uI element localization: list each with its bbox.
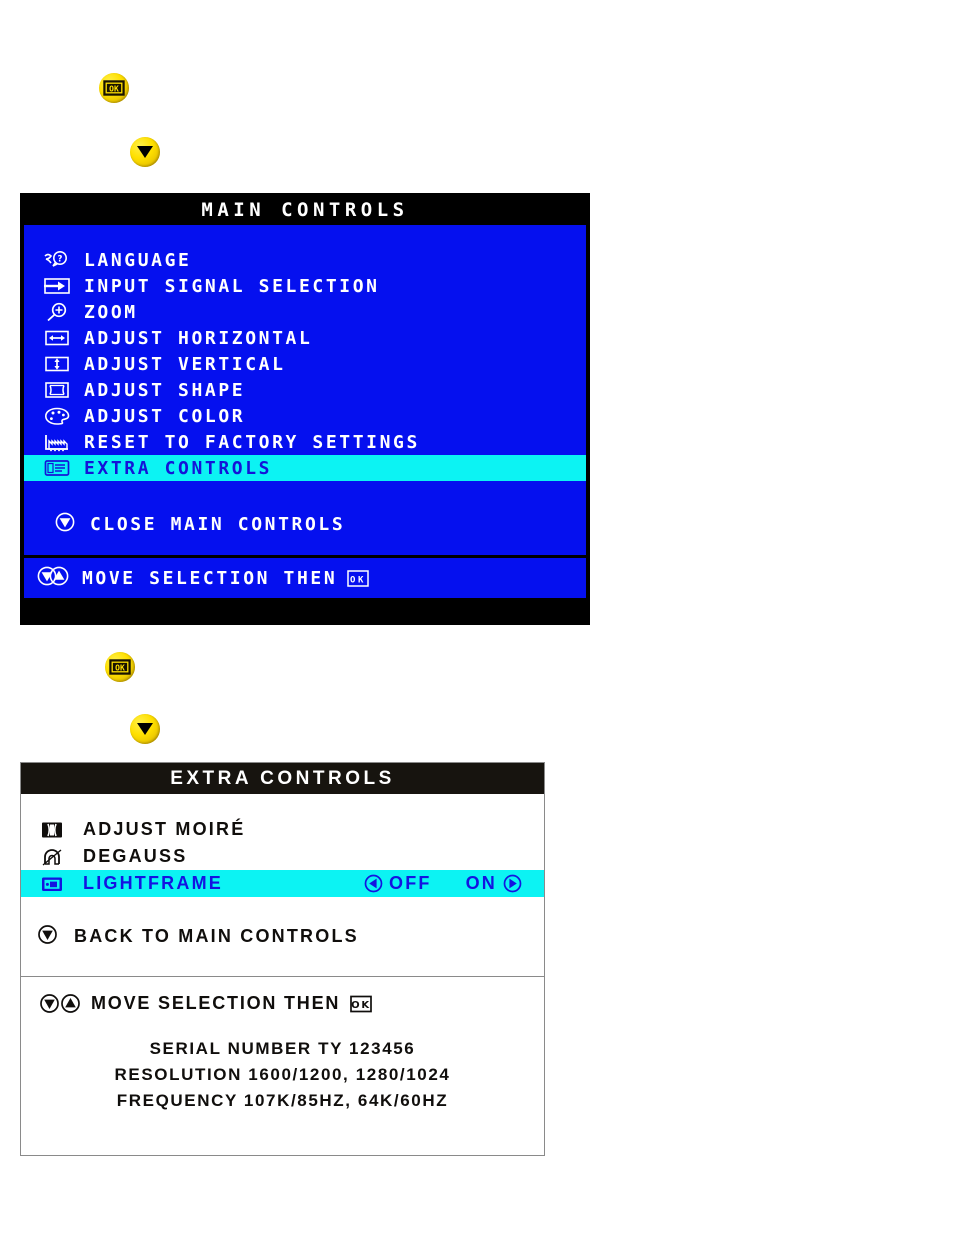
menu-item-label: BACK TO MAIN CONTROLS [74,926,359,946]
svg-text:OK: OK [115,664,125,673]
ok-key-icon: OK [109,659,131,675]
down-arrow-icon [54,511,76,538]
option-on-label[interactable]: ON [466,873,497,894]
factory-reset-icon [40,431,74,453]
language-icon: ? [40,249,74,271]
ok-icon: OK [350,995,373,1013]
menu-item-label: CLOSE MAIN CONTROLS [90,513,346,535]
menu-item-label: LANGUAGE [84,249,192,271]
menu-item-degauss[interactable]: DEGAUSS [21,843,544,870]
ok-key-button-top[interactable]: OK [99,73,129,103]
extra-controls-osd-panel: EXTRA CONTROLS ADJUST MOIRÉ DEGAUSS LIGH… [20,762,545,1156]
adjust-horizontal-icon [40,327,74,349]
down-arrow-icon [39,993,60,1014]
extra-controls-hint-text: MOVE SELECTION THEN [91,993,341,1013]
main-controls-hint: MOVE SELECTION THEN OK [82,567,370,589]
ok-key-icon: OK [103,80,125,96]
menu-item-label: ADJUST COLOR [84,405,246,427]
right-arrow-icon[interactable] [503,874,522,893]
svg-text:OK: OK [109,85,119,94]
adjust-color-icon [40,405,74,427]
left-arrow-icon[interactable] [364,874,383,893]
menu-item-label: EXTRA CONTROLS [84,457,273,479]
svg-text:OK: OK [351,1000,371,1011]
extra-controls-menu-list: ADJUST MOIRÉ DEGAUSS LIGHTFRAME OFF ON B… [21,794,544,977]
main-controls-hint-footer: MOVE SELECTION THEN OK [24,558,586,598]
menu-item-adjust-moire[interactable]: ADJUST MOIRÉ [21,816,544,843]
down-arrow-icon [37,924,58,950]
up-arrow-icon [60,993,81,1014]
magnifier-zoom-icon [40,301,74,323]
menu-item-label: ADJUST SHAPE [84,379,246,401]
lightframe-options: OFF ON [364,873,522,894]
menu-item-label: ADJUST HORIZONTAL [84,327,313,349]
resolution-text: RESOLUTION 1600/1200, 1280/1024 [114,1065,451,1084]
input-signal-icon [40,275,74,297]
menu-item-extra-controls[interactable]: EXTRA CONTROLS [24,455,586,481]
degauss-icon [37,847,67,867]
up-arrow-icon [48,565,70,592]
main-controls-title: MAIN CONTROLS [22,195,588,225]
frequency-text: FREQUENCY 107K/85HZ, 64K/60HZ [116,1091,449,1110]
down-key-button-mid[interactable] [130,714,160,744]
menu-item-zoom[interactable]: ZOOM [24,299,586,325]
down-key-button-top[interactable] [130,137,160,167]
menu-item-label: INPUT SIGNAL SELECTION [84,275,380,297]
menu-item-adjust-horizontal[interactable]: ADJUST HORIZONTAL [24,325,586,351]
extra-controls-footer: MOVE SELECTION THEN OK SERIAL NUMBER TY … [21,977,544,1114]
serial-number-text: SERIAL NUMBER TY 123456 [149,1039,416,1058]
adjust-shape-icon [40,379,74,401]
moire-icon [37,820,67,840]
menu-item-label: ADJUST MOIRÉ [83,819,246,839]
extra-controls-title: EXTRA CONTROLS [21,763,544,794]
menu-item-label: RESET TO FACTORY SETTINGS [84,431,420,453]
extra-controls-hint: MOVE SELECTION THEN OK [21,993,544,1014]
menu-item-adjust-vertical[interactable]: ADJUST VERTICAL [24,351,586,377]
menu-item-adjust-color[interactable]: ADJUST COLOR [24,403,586,429]
adjust-vertical-icon [40,353,74,375]
menu-item-input-signal-selection[interactable]: INPUT SIGNAL SELECTION [24,273,586,299]
main-controls-hint-text: MOVE SELECTION THEN [82,567,338,589]
menu-item-lightframe[interactable]: LIGHTFRAME OFF ON [21,870,544,897]
svg-text:OK: OK [350,575,366,585]
menu-item-label: ADJUST VERTICAL [84,353,286,375]
menu-item-reset-to-factory-settings[interactable]: RESET TO FACTORY SETTINGS [24,429,586,455]
menu-item-back-to-main-controls[interactable]: BACK TO MAIN CONTROLS [21,923,544,950]
option-off-label[interactable]: OFF [389,873,432,894]
menu-item-label: DEGAUSS [83,846,188,866]
menu-item-label: LIGHTFRAME [83,873,223,893]
ok-icon: OK [347,569,370,587]
menu-item-label: ZOOM [84,301,138,323]
menu-item-language[interactable]: ? LANGUAGE [24,247,586,273]
svg-text:?: ? [58,255,63,265]
menu-item-adjust-shape[interactable]: ADJUST SHAPE [24,377,586,403]
main-controls-osd-panel: MAIN CONTROLS ? LANGUAGE INPUT SIGNAL SE… [20,193,590,625]
main-controls-menu-list: ? LANGUAGE INPUT SIGNAL SELECTION ZOOM A… [24,225,586,555]
ok-key-button-mid[interactable]: OK [105,652,135,682]
extra-controls-icon [40,457,74,479]
lightframe-icon [37,874,67,894]
down-arrow-key-icon [136,145,154,159]
monitor-info-block: SERIAL NUMBER TY 123456 RESOLUTION 1600/… [21,1036,544,1114]
down-arrow-key-icon [136,722,154,736]
menu-item-close-main-controls[interactable]: CLOSE MAIN CONTROLS [24,511,586,537]
